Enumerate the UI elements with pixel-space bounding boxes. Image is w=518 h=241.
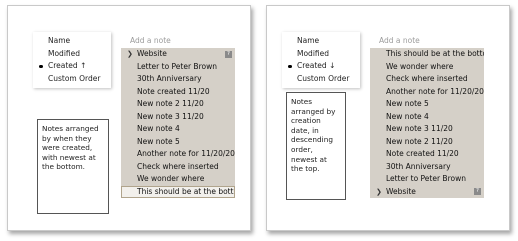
description-callout: Notes arranged by creation date, in desc… xyxy=(286,92,346,200)
panel-created-ascending: Name Modified Created ↑ Custom Order Not… xyxy=(7,5,251,231)
list-item[interactable]: New note 3 11/20 xyxy=(370,123,484,136)
notes-list: Add a note This should be at the bottom … xyxy=(370,34,484,198)
list-item[interactable]: This should be at the bottom xyxy=(370,48,484,61)
panel-created-descending: Name Modified Created ↓ Custom Order Not… xyxy=(266,5,510,231)
folder-item-website[interactable]: ❯ Website ? xyxy=(370,186,484,199)
list-item-selected[interactable]: This should be at the bottom xyxy=(121,185,235,198)
sort-option-custom-order[interactable]: Custom Order xyxy=(33,73,111,86)
list-item[interactable]: We wonder where xyxy=(121,173,235,186)
list-item[interactable]: New note 4 xyxy=(121,123,235,136)
list-item[interactable]: Another note for 11/20/2023 xyxy=(121,148,235,161)
sort-option-name[interactable]: Name xyxy=(282,35,360,48)
sort-option-modified[interactable]: Modified xyxy=(33,48,111,61)
list-item[interactable]: 30th Anniversary xyxy=(370,161,484,174)
list-item[interactable]: New note 5 xyxy=(121,136,235,149)
list-item[interactable]: Check where inserted xyxy=(121,161,235,174)
list-item[interactable]: New note 3 11/20 xyxy=(121,111,235,124)
list-item[interactable]: Letter to Peter Brown xyxy=(370,173,484,186)
list-item[interactable]: 30th Anniversary xyxy=(121,73,235,86)
chevron-right-icon: ❯ xyxy=(127,50,133,58)
list-item[interactable]: Note created 11/20 xyxy=(121,86,235,99)
sort-option-modified[interactable]: Modified xyxy=(282,48,360,61)
add-note-input[interactable]: Add a note xyxy=(121,34,235,48)
sort-option-created[interactable]: Created ↓ xyxy=(282,60,360,73)
sort-menu: Name Modified Created ↓ Custom Order xyxy=(282,32,360,88)
selected-dot-icon xyxy=(288,64,292,68)
list-item[interactable]: Check where inserted xyxy=(370,73,484,86)
list-item[interactable]: We wonder where xyxy=(370,61,484,74)
sort-option-created[interactable]: Created ↑ xyxy=(33,60,111,73)
list-item[interactable]: New note 2 11/20 xyxy=(121,98,235,111)
chevron-right-icon: ❯ xyxy=(376,187,382,196)
help-badge-icon: ? xyxy=(225,50,232,58)
selected-dot-icon xyxy=(39,64,43,68)
list-item[interactable]: Letter to Peter Brown xyxy=(121,61,235,74)
sort-menu: Name Modified Created ↑ Custom Order xyxy=(33,32,111,88)
sort-option-custom-order[interactable]: Custom Order xyxy=(282,73,360,86)
list-item[interactable]: Another note for 11/20/2023 xyxy=(370,86,484,99)
description-callout: Notes arranged by when they were created… xyxy=(37,119,109,214)
help-badge-icon: ? xyxy=(474,188,481,195)
notes-list: Add a note ❯ Website ? Letter to Peter B… xyxy=(121,34,235,198)
list-item[interactable]: New note 5 xyxy=(370,98,484,111)
list-item[interactable]: Note created 11/20 xyxy=(370,148,484,161)
sort-option-name[interactable]: Name xyxy=(33,35,111,48)
add-note-input[interactable]: Add a note xyxy=(370,34,484,48)
list-item[interactable]: New note 2 11/20 xyxy=(370,136,484,149)
list-item[interactable]: New note 4 xyxy=(370,111,484,124)
folder-item-website[interactable]: ❯ Website ? xyxy=(121,48,235,61)
